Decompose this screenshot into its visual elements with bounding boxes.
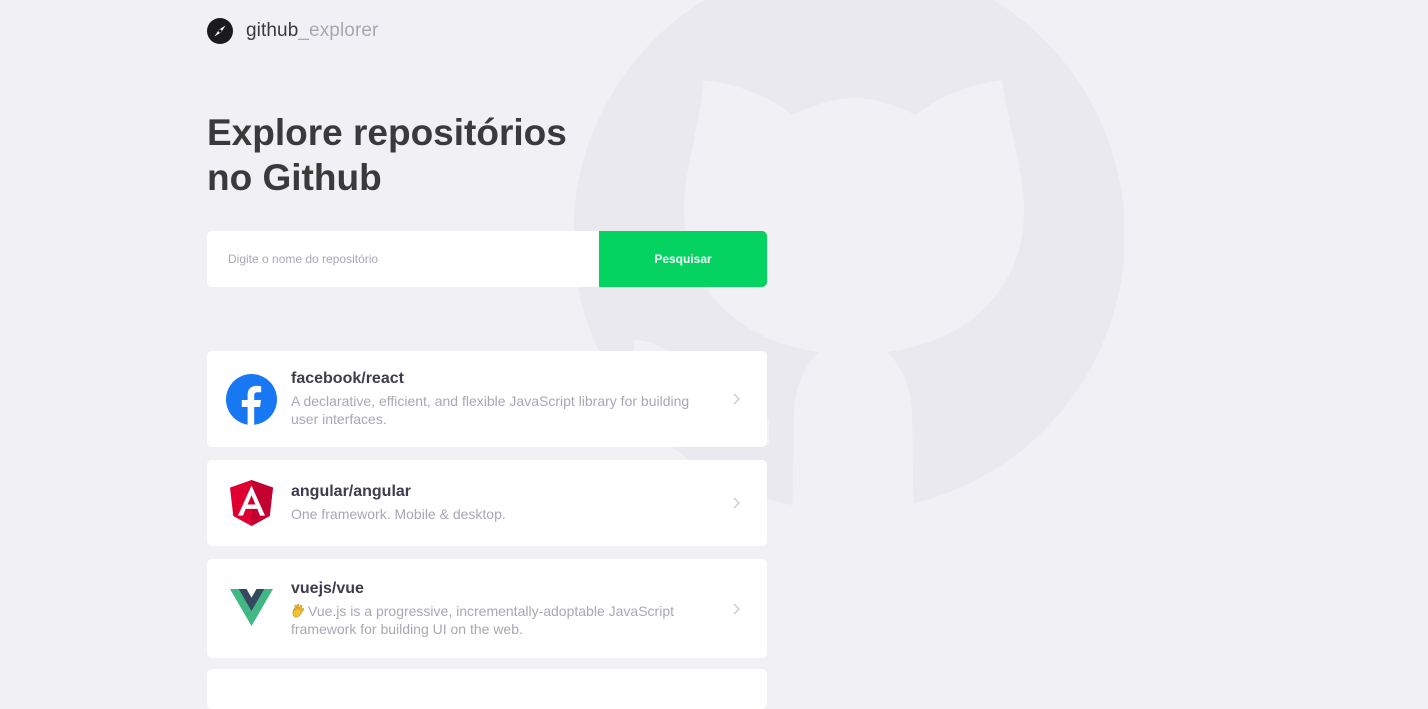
brand-name-bold: github <box>246 20 299 41</box>
search-input[interactable] <box>207 231 599 287</box>
repository-card-facebook-react[interactable]: facebook/react A declarative, efficient,… <box>207 351 767 447</box>
search-button[interactable]: Pesquisar <box>599 231 767 287</box>
repository-card-angular-angular[interactable]: angular/angular One framework. Mobile & … <box>207 460 767 546</box>
vue-logo-icon <box>230 589 273 626</box>
page-title: Explore repositórios no Github <box>207 110 627 200</box>
repository-info: facebook/react A declarative, efficient,… <box>291 370 711 428</box>
repository-description: One framework. Mobile & desktop. <box>291 506 506 522</box>
brand-name-light: _explorer <box>298 20 379 41</box>
page-title-line-1: Explore repositórios <box>207 112 567 153</box>
chevron-right-icon <box>733 602 741 615</box>
repository-name: facebook/react <box>291 370 404 387</box>
repository-info: vuejs/vue Vue.js is a progressive, incre… <box>291 580 711 638</box>
compass-icon <box>207 18 233 44</box>
repository-description: Vue.js is a progressive, incrementally-a… <box>291 602 711 638</box>
chevron-right-icon <box>733 393 741 405</box>
brand-name: github_explorer <box>246 20 379 42</box>
facebook-logo-icon <box>226 373 277 425</box>
repository-description-text: Vue.js is a progressive, incrementally-a… <box>291 602 674 637</box>
brand-logo[interactable]: github_explorer <box>207 18 379 44</box>
repository-info: angular/angular One framework. Mobile & … <box>291 483 711 523</box>
repository-description: A declarative, efficient, and flexible J… <box>291 393 690 427</box>
vulcan-salute-emoji-icon <box>292 603 305 617</box>
repository-name: angular/angular <box>291 483 412 500</box>
repository-name: vuejs/vue <box>291 579 364 597</box>
repository-card-partial[interactable] <box>207 669 767 709</box>
search-form: Pesquisar <box>207 231 767 287</box>
page-title-line-2: no Github <box>207 157 382 198</box>
angular-logo-icon <box>230 479 273 526</box>
repository-card-vuejs-vue[interactable]: vuejs/vue Vue.js is a progressive, incre… <box>207 559 767 658</box>
chevron-right-icon <box>733 497 741 509</box>
